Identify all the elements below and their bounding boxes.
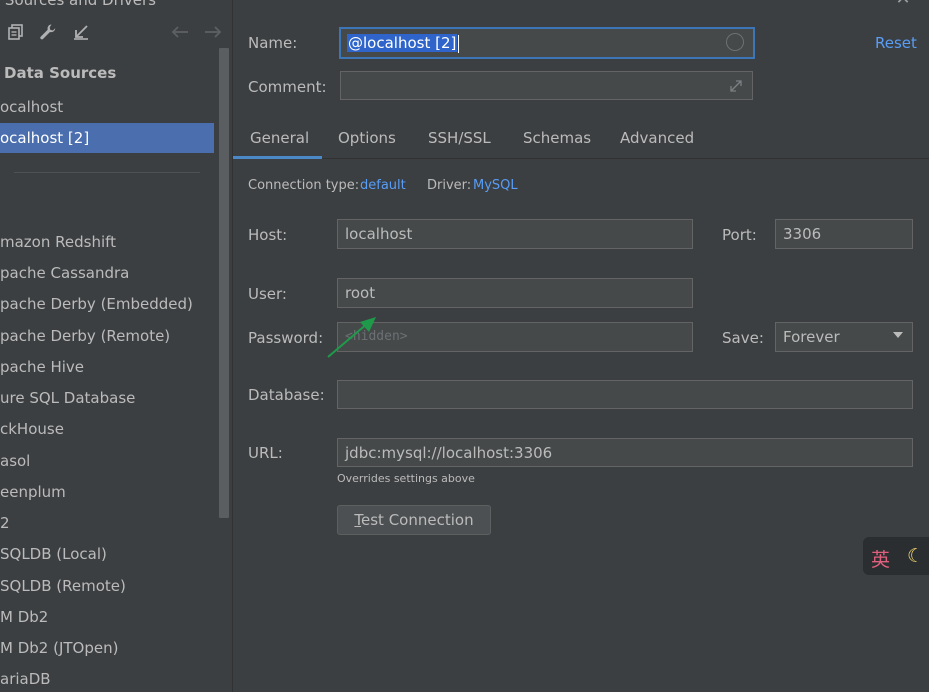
close-icon[interactable]: ✕ [893,0,913,9]
driver-link[interactable]: MySQL [473,178,518,193]
tab-advanced[interactable]: Advanced [620,129,694,147]
url-label: URL: [248,444,283,462]
chevron-down-icon[interactable] [893,332,903,338]
data-sources-panel: l Sources and Drivers Data Sources ocalh… [0,0,233,692]
data-source-label: ocalhost [2] [0,129,90,147]
user-label: User: [248,285,287,303]
password-label: Password: [248,329,324,347]
host-label: Host: [248,226,288,244]
driver-item[interactable]: 2 [0,509,10,537]
expand-icon[interactable] [727,78,745,96]
separator [14,172,200,173]
tab-general[interactable]: General [250,129,309,147]
connection-type-link[interactable]: default [360,178,406,193]
driver-item[interactable]: SQLDB (Remote) [0,572,126,600]
user-input[interactable]: root [337,278,693,308]
driver-item[interactable]: mazon Redshift [0,228,116,256]
database-input[interactable] [337,380,913,409]
data-source-label: ocalhost [0,98,64,116]
import-icon[interactable] [71,22,91,42]
tab-options[interactable]: Options [338,129,396,147]
driver-label: Driver: [427,178,472,193]
name-value: @localhost [2] [347,34,458,52]
comment-label: Comment: [248,78,327,96]
reset-link[interactable]: Reset [875,34,917,52]
connection-type-label: Connection type: [248,178,360,193]
port-label: Port: [722,226,757,244]
comment-input[interactable] [340,71,753,100]
wrench-icon[interactable] [38,22,58,42]
window-title: l Sources and Drivers [0,0,156,9]
copy-icon[interactable] [6,22,26,42]
driver-item[interactable]: pache Derby (Remote) [0,322,170,350]
driver-item[interactable]: pache Hive [0,353,84,381]
driver-item[interactable]: ckHouse [0,415,64,443]
tab-ssh-ssl[interactable]: SSH/SSL [428,129,491,147]
driver-item[interactable]: pache Cassandra [0,259,129,287]
driver-item[interactable]: SQLDB (Local) [0,540,107,568]
tab-schemas[interactable]: Schemas [523,129,591,147]
driver-item[interactable]: eenplum [0,478,66,506]
forward-arrow-icon[interactable] [203,22,223,42]
driver-item[interactable]: M Db2 [0,603,48,631]
active-tab-indicator [233,156,322,159]
data-source-item-selected[interactable]: ocalhost [2] [0,123,214,153]
driver-item[interactable]: ariaDB [0,665,51,692]
url-hint: Overrides settings above [337,472,475,485]
data-source-item[interactable]: ocalhost [0,92,214,122]
annotation-arrow-icon [327,317,376,358]
color-circle-icon[interactable] [726,33,744,51]
data-sources-header: Data Sources [4,64,117,82]
name-label: Name: [248,34,298,52]
moon-icon[interactable]: ☾ [907,545,924,567]
name-input[interactable]: @localhost [2] [339,27,755,59]
port-input[interactable]: 3306 [775,219,913,249]
driver-item[interactable]: pache Derby (Embedded) [0,290,193,318]
ime-language-indicator[interactable]: 英 [871,545,890,572]
text-caret [458,34,460,53]
save-label: Save: [722,329,764,347]
test-button-label: est Connection [361,511,474,529]
tabs-divider [233,158,929,159]
sidebar-scrollbar[interactable] [219,48,229,518]
database-label: Database: [248,386,325,404]
driver-item[interactable]: ure SQL Database [0,384,135,412]
password-input[interactable]: <hidden> [337,322,693,352]
driver-item[interactable]: M Db2 (JTOpen) [0,634,118,662]
driver-item[interactable]: asol [0,447,30,475]
url-input[interactable]: jdbc:mysql://localhost:3306 [337,438,913,467]
test-connection-button[interactable]: Test Connection [337,505,491,535]
back-arrow-icon[interactable] [170,22,190,42]
host-input[interactable]: localhost [337,219,693,249]
